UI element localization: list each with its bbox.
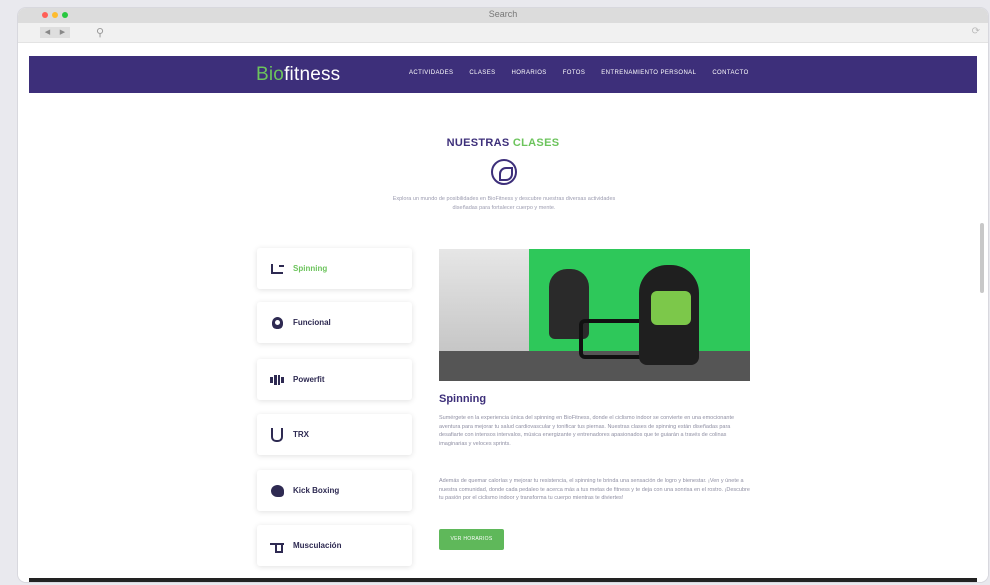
dumbbell-icon (269, 373, 285, 387)
scrollbar[interactable] (980, 223, 984, 293)
menu-item-contacto[interactable]: CONTACTO (712, 70, 748, 76)
tab-label: TRX (293, 430, 309, 439)
menu-item-fotos[interactable]: FOTOS (563, 70, 586, 76)
cyclist-emblem-icon (491, 159, 517, 185)
view-schedule-button[interactable]: VER HORARIOS (439, 529, 504, 550)
tab-powerfit[interactable]: Powerfit (257, 359, 412, 400)
back-button[interactable]: ◀ (40, 27, 55, 38)
tab-label: Kick Boxing (293, 486, 340, 495)
class-title: Spinning (439, 393, 487, 405)
class-description-2: Además de quemar calorías y mejorar tu r… (439, 478, 750, 501)
forward-button[interactable]: ▶ (55, 27, 70, 38)
tab-label: Spinning (293, 264, 328, 273)
footer-edge (29, 578, 977, 582)
search-icon[interactable]: ⚲ (96, 26, 104, 39)
section-title-main: NUESTRAS (446, 137, 510, 149)
tab-musculacion[interactable]: Musculación (257, 525, 412, 566)
kettlebell-icon (269, 316, 285, 330)
site-header: Biofitness ACTIVIDADES CLASES HORARIOS F… (29, 56, 977, 93)
browser-window: Search ◀ ▶ ⚲ ⟳ Biofitness ACTIVIDADES CL… (18, 8, 988, 582)
class-photo (439, 249, 750, 381)
menu-item-actividades[interactable]: ACTIVIDADES (409, 70, 453, 76)
tab-label: Musculación (293, 541, 342, 550)
section-intro: Explora un mundo de posibilidades en Bio… (392, 196, 616, 211)
title-bar: Search (18, 8, 988, 23)
reload-icon[interactable]: ⟳ (972, 26, 980, 37)
tab-funcional[interactable]: Funcional (257, 302, 412, 343)
boxing-glove-icon (269, 484, 285, 498)
menu-item-entrenamiento[interactable]: ENTRENAMIENTO PERSONAL (601, 70, 696, 76)
barbell-icon (269, 539, 285, 553)
section-title-accent: CLASES (512, 137, 560, 149)
class-description-1: Sumérgete en la experiencia única del sp… (439, 415, 735, 447)
bike-icon (269, 262, 285, 276)
site-logo[interactable]: Biofitness (256, 64, 340, 86)
tab-spinning[interactable]: Spinning (257, 248, 412, 289)
tab-label: Funcional (293, 318, 331, 327)
page-viewport: Biofitness ACTIVIDADES CLASES HORARIOS F… (18, 43, 988, 582)
tab-label: Powerfit (293, 375, 325, 384)
menu-item-clases[interactable]: CLASES (469, 70, 495, 76)
tab-trx[interactable]: TRX (257, 414, 412, 455)
logo-suffix: fitness (284, 64, 341, 85)
logo-prefix: Bio (256, 64, 285, 85)
main-menu: ACTIVIDADES CLASES HORARIOS FOTOS ENTREN… (409, 70, 749, 76)
browser-toolbar: ◀ ▶ ⚲ ⟳ (18, 23, 988, 43)
section-title: NUESTRAS CLASES (18, 137, 988, 149)
tab-kick-boxing[interactable]: Kick Boxing (257, 470, 412, 511)
menu-item-horarios[interactable]: HORARIOS (512, 70, 547, 76)
window-title: Search (488, 9, 518, 19)
trx-straps-icon (269, 427, 285, 442)
